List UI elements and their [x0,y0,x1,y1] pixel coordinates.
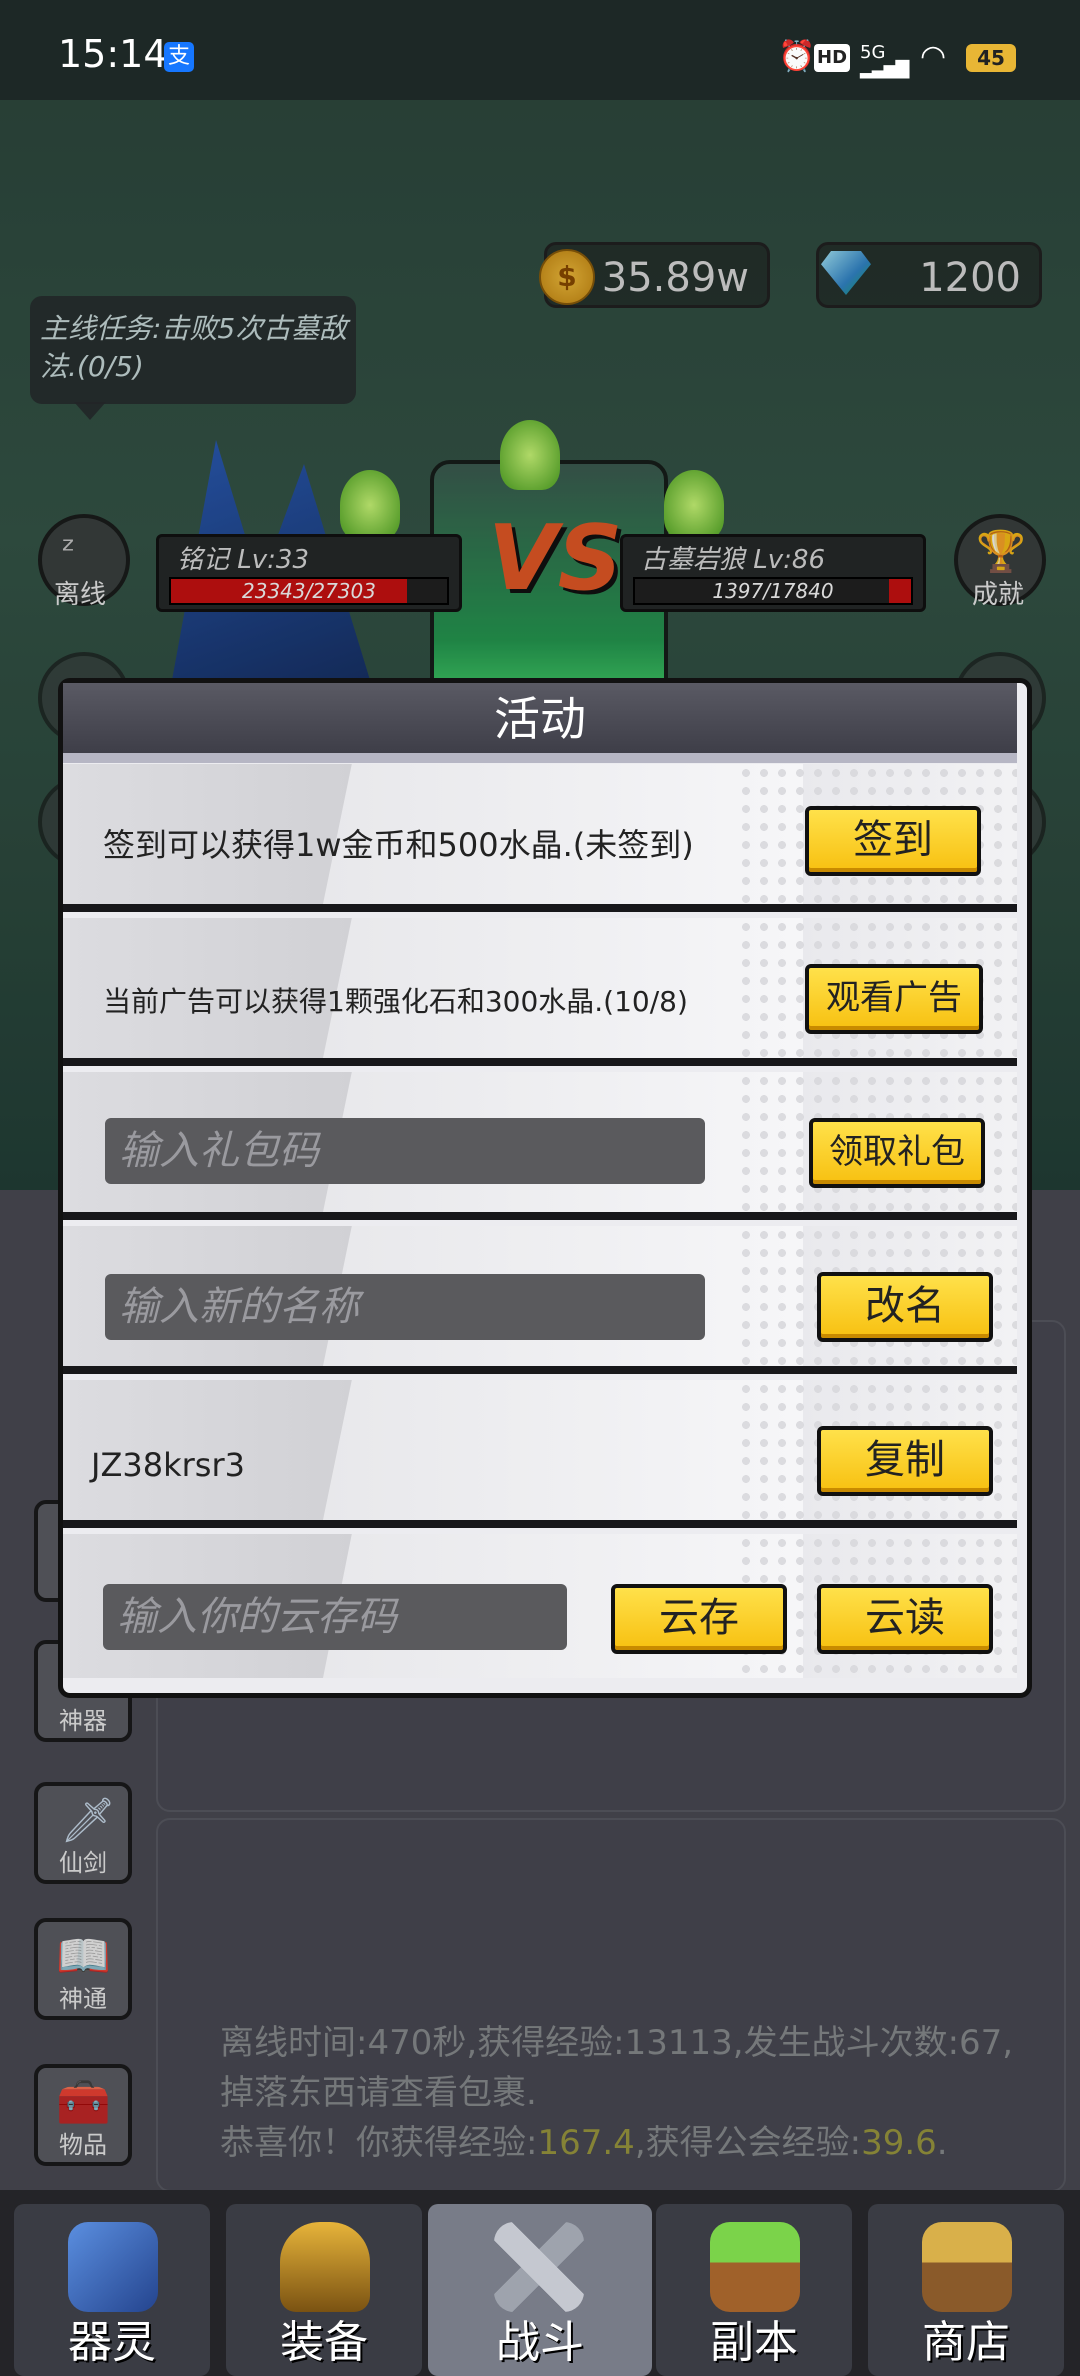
modal-title: 活动 [494,692,586,746]
nav-equip[interactable]: 装备 [226,2204,422,2376]
rename-row: 改名 [63,1226,1017,1374]
ad-text: 当前广告可以获得1颗强化石和300水晶.(10/8) [103,985,688,1018]
treasure-chest-icon [922,2222,1012,2312]
nav-battle[interactable]: 战斗 [428,2204,652,2376]
signal-icon: ▂▃▅▇ [860,58,909,79]
giftcode-input[interactable] [105,1118,705,1184]
alarm-icon: ⏰ [778,39,816,74]
battery-icon: 45 [966,44,1016,72]
nav-dungeon[interactable]: 副本 [656,2204,852,2376]
cloud-save-row: 云存 云读 [63,1534,1017,1678]
cloud-load-button[interactable]: 云读 [817,1584,993,1654]
nav-spirit[interactable]: 器灵 [14,2204,210,2376]
hd-icon: HD [814,44,851,72]
nav-battle-label: 战斗 [496,2317,584,2368]
watch-ad-button[interactable]: 观看广告 [805,964,983,1034]
crossed-swords-icon [494,2222,584,2312]
player-code-row: JZ38krsr3 复制 [63,1380,1017,1528]
status-time: 15:14 [58,32,168,76]
nav-spirit-label: 器灵 [68,2317,156,2368]
signin-text: 签到可以获得1w金币和500水晶.(未签到) [103,826,694,864]
dungeon-icon [710,2222,800,2312]
giftcode-row: 领取礼包 [63,1072,1017,1220]
new-name-input[interactable] [105,1274,705,1340]
copy-button[interactable]: 复制 [817,1426,993,1496]
wifi-icon: ◠ [920,39,947,74]
alipay-icon: 支 [164,42,194,72]
helmet-icon [280,2222,370,2312]
nav-dungeon-label: 副本 [710,2317,798,2368]
cloud-code-input[interactable] [103,1584,567,1650]
signin-button[interactable]: 签到 [805,806,981,876]
player-code-text: JZ38krsr3 [91,1446,245,1484]
nav-equip-label: 装备 [280,2317,368,2368]
rename-button[interactable]: 改名 [817,1272,993,1342]
signin-row: 签到可以获得1w金币和500水晶.(未签到) 签到 [63,764,1017,912]
claim-gift-button[interactable]: 领取礼包 [809,1118,985,1188]
row-decoration [323,1380,803,1520]
spirit-icon [68,2222,158,2312]
ad-row: 当前广告可以获得1颗强化石和300水晶.(10/8) 观看广告 [63,918,1017,1066]
cloud-save-button[interactable]: 云存 [611,1584,787,1654]
nav-shop-label: 商店 [922,2317,1010,2368]
nav-shop[interactable]: 商店 [868,2204,1064,2376]
